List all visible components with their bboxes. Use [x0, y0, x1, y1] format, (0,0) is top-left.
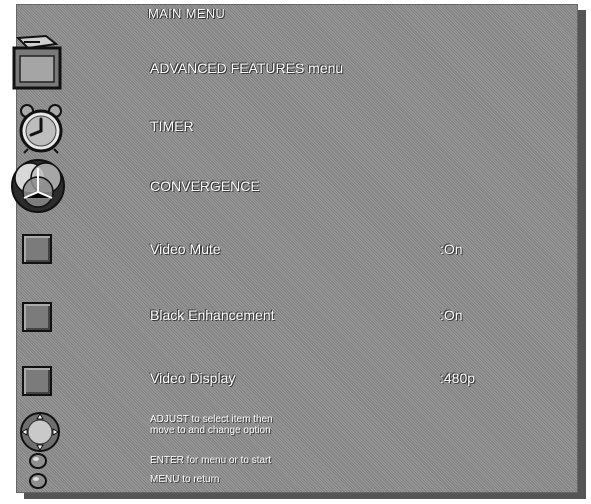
main-menu-panel	[16, 4, 578, 493]
enter-button-icon	[29, 453, 47, 469]
help-adjust-line1: ADJUST to select item then	[150, 414, 273, 425]
menu-title: MAIN MENU	[148, 6, 226, 21]
menu-item-timer[interactable]: TIMER	[150, 118, 194, 134]
video-display-value[interactable]: :480p	[440, 370, 475, 386]
folder-icon[interactable]	[10, 34, 64, 92]
menu-item-video-mute[interactable]: Video Mute	[150, 241, 221, 257]
alarm-clock-icon[interactable]	[16, 102, 66, 154]
video-mute-value[interactable]: :On	[440, 241, 463, 257]
help-adjust-line2: move to and change option	[150, 425, 271, 436]
menu-item-black-enhancement[interactable]: Black Enhancement	[150, 307, 275, 323]
black-enhancement-value[interactable]: :On	[440, 307, 463, 323]
menu-button-icon	[29, 473, 47, 489]
help-menu: MENU to return	[150, 474, 220, 485]
menu-item-convergence[interactable]: CONVERGENCE	[150, 178, 260, 194]
video-mute-icon[interactable]	[22, 234, 52, 264]
black-enhancement-icon[interactable]	[22, 302, 52, 332]
menu-item-advanced-features[interactable]: ADVANCED FEATURES menu	[150, 60, 343, 76]
menu-item-video-display[interactable]: Video Display	[150, 370, 235, 386]
convergence-icon[interactable]	[8, 156, 68, 216]
help-enter: ENTER for menu or to start	[150, 455, 272, 466]
joystick-icon	[20, 412, 60, 452]
video-display-icon[interactable]	[22, 366, 52, 396]
